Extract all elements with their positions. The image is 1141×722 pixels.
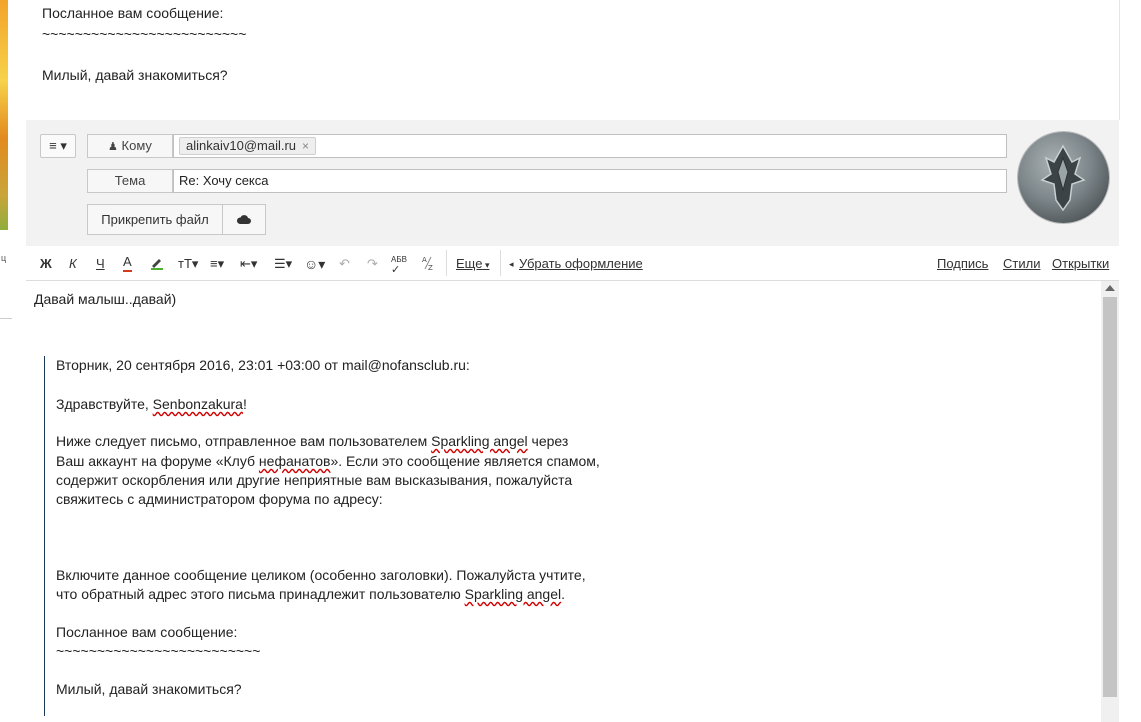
quote-line: Включите данное сообщение целиком (особе…	[56, 567, 586, 583]
format-toolbar: Ж К Ч A тТ▾ ≡▾ ⇤▾ ☰▾ ☺▾ ↶ ↷ АБВ ✓ A Z Еще…	[26, 246, 1119, 281]
emoji-button[interactable]: ☺▾	[304, 255, 325, 273]
recipient-email: alinkaiv10@mail.ru	[186, 138, 297, 153]
font-size-button[interactable]: тТ▾	[178, 255, 198, 273]
subject-value: Re: Хочу секса	[179, 173, 269, 188]
bold-button[interactable]: Ж	[40, 255, 52, 273]
quote-line: Милый, давай знакомиться?	[42, 67, 228, 83]
az-icon: A Z	[422, 256, 433, 272]
spellcheck-label: АБВ	[391, 255, 407, 264]
spellcheck-button[interactable]: АБВ ✓	[391, 255, 407, 276]
quote-line: содержит оскорбления или другие неприятн…	[56, 472, 573, 488]
quote-line: Ниже следует письмо, отправленное вам по…	[56, 433, 568, 449]
greeting-name: Senbonzakura	[152, 396, 243, 412]
to-input[interactable]: alinkaiv10@mail.ru ×	[173, 134, 1007, 158]
undo-icon[interactable]: ↶	[339, 255, 350, 273]
sender-username: Sparkling angel	[431, 433, 528, 449]
quote-text: Ниже следует письмо, отправленное вам по…	[56, 433, 432, 449]
quote-header: Вторник, 20 сентября 2016, 23:01 +03:00 …	[56, 357, 470, 373]
redo-icon[interactable]: ↷	[367, 255, 378, 273]
dragon-emblem-icon	[1040, 144, 1086, 212]
signature-button[interactable]: Подпись	[937, 255, 988, 273]
greeting-text: Здравствуйте,	[56, 396, 153, 412]
side-thumbnail	[0, 0, 8, 230]
greeting-end: !	[242, 396, 247, 412]
previous-quote: Посланное вам сообщение: ~~~~~~~~~~~~~~~…	[26, 0, 1120, 120]
list-button[interactable]: ☰▾	[274, 255, 292, 273]
toolbar-divider	[446, 250, 447, 276]
quote-line: Посланное вам сообщение:	[56, 624, 238, 640]
chevron-left-icon: ◂	[509, 259, 514, 269]
forum-word: нефанатов	[258, 453, 331, 469]
editor-scrollbar[interactable]	[1101, 281, 1119, 722]
quote-text: Ваш аккаунт на форуме «Клуб	[56, 453, 259, 469]
quote-bar	[44, 356, 45, 716]
side-divider	[0, 318, 12, 319]
styles-button[interactable]: Стили	[1003, 255, 1040, 273]
quote-line: ~~~~~~~~~~~~~~~~~~~~~~~~~	[56, 643, 261, 659]
subject-input[interactable]: Re: Хочу секса	[173, 169, 1007, 193]
quote-line: свяжитесь с администратором форума по ад…	[56, 491, 383, 507]
marker-icon	[151, 259, 163, 270]
clear-format-icon[interactable]: A Z	[422, 255, 436, 273]
chevron-down-icon: ▾	[482, 260, 490, 270]
to-label: Кому	[121, 138, 152, 153]
indent-button[interactable]: ⇤▾	[240, 255, 257, 273]
toolbar-divider	[500, 250, 501, 276]
quote-text: ». Если это сообщение является спамом,	[330, 453, 600, 469]
scrollbar-thumb[interactable]	[1103, 297, 1117, 697]
cloud-icon	[236, 215, 251, 224]
attach-file-button[interactable]: Прикрепить файл	[87, 204, 223, 235]
remove-recipient-icon[interactable]: ×	[302, 139, 309, 153]
scroll-up-icon[interactable]	[1105, 285, 1115, 291]
more-label: Еще	[456, 256, 483, 271]
svg-text:Z: Z	[428, 264, 433, 271]
compose-header: ≡ ▾ ♟ Кому alinkaiv10@mail.ru × Тема Re: …	[26, 120, 1119, 246]
quote-text: что обратный адрес этого письма принадле…	[56, 586, 465, 602]
quote-text: .	[561, 586, 566, 602]
highlight-button[interactable]	[149, 255, 165, 273]
svg-text:A: A	[422, 256, 427, 264]
quote-line: ~~~~~~~~~~~~~~~~~~~~~~~~~	[42, 26, 247, 42]
cloud-attach-button[interactable]	[223, 204, 266, 235]
quote-line: Ваш аккаунт на форуме «Клуб нефанатов». …	[56, 453, 600, 469]
user-icon: ♟	[108, 141, 118, 153]
subject-label: Тема	[87, 169, 173, 193]
avatar[interactable]	[1018, 132, 1109, 223]
text-color-button[interactable]: A	[123, 255, 132, 272]
quote-greeting: Здравствуйте, Senbonzakura!	[56, 396, 247, 412]
more-button[interactable]: Еще ▾	[456, 255, 489, 273]
clear-format-button[interactable]: Убрать оформление	[519, 255, 643, 273]
left-panel-edge: ц	[0, 0, 27, 722]
postcards-button[interactable]: Открытки	[1052, 255, 1109, 273]
reply-text: Давай малыш..давай)	[34, 291, 177, 307]
quote-text: через	[527, 433, 569, 449]
recipient-chip[interactable]: alinkaiv10@mail.ru ×	[179, 137, 317, 155]
align-button[interactable]: ≡▾	[210, 255, 224, 273]
quote-line: что обратный адрес этого письма принадле…	[56, 586, 565, 602]
sender-username: Sparkling angel	[464, 586, 562, 602]
compose-menu-button[interactable]: ≡ ▾	[40, 134, 76, 158]
to-field-button[interactable]: ♟ Кому	[87, 134, 173, 158]
side-glyph: ц	[1, 253, 7, 263]
quote-line: Посланное вам сообщение:	[42, 5, 224, 21]
italic-button[interactable]: К	[69, 255, 77, 273]
quote-line: Милый, давай знакомиться?	[56, 681, 242, 697]
underline-button[interactable]: Ч	[96, 255, 105, 273]
check-icon: ✓	[391, 264, 401, 276]
